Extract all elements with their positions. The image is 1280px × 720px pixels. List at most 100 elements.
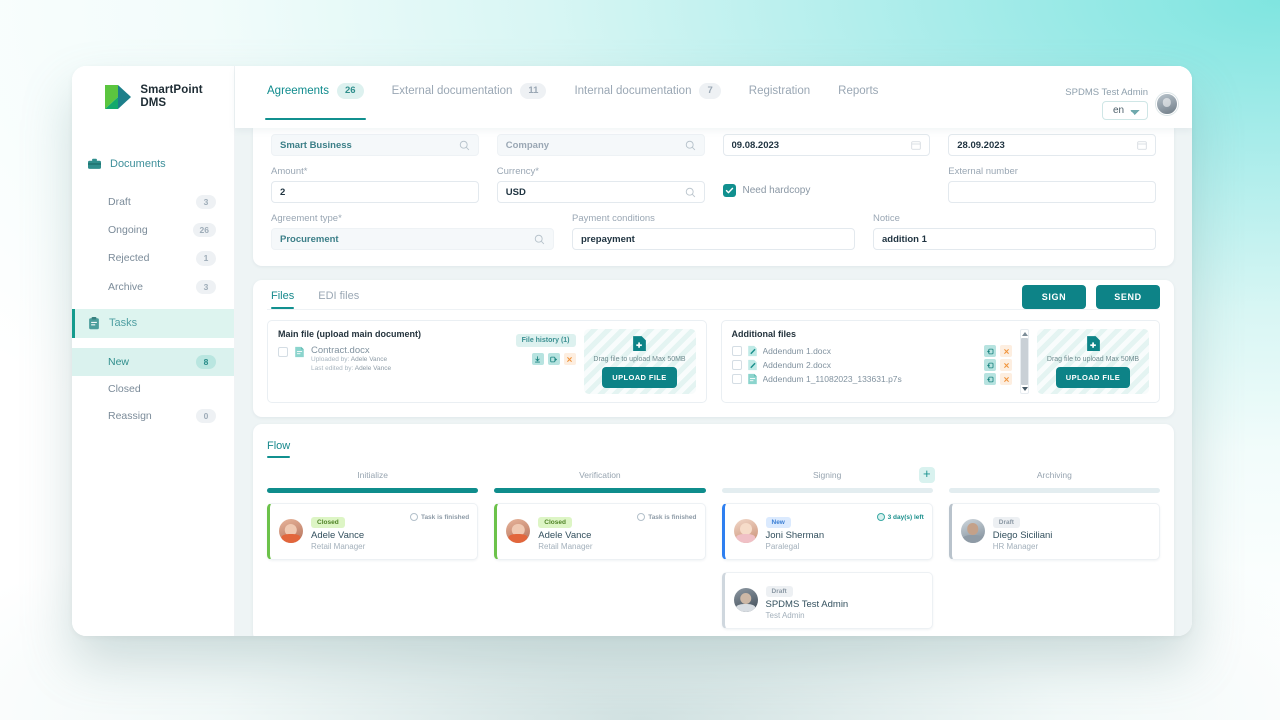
main-file-dropzone[interactable]: Drag file to upload Max 50MB UPLOAD FILE <box>583 329 696 394</box>
sidebar-group-documents-label: Documents <box>110 158 166 170</box>
main-dropzone-text: Drag file to upload Max 50MB <box>593 356 686 363</box>
logo-line-1: SmartPoint <box>140 84 203 97</box>
sidebar-item-closed[interactable]: Closed <box>72 376 234 402</box>
additional-files-title: Additional files <box>731 329 797 339</box>
send-button[interactable]: SEND <box>1096 284 1160 309</box>
user-avatar[interactable] <box>1156 92 1178 115</box>
file-history-pill[interactable]: File history (1) <box>515 334 576 347</box>
sidebar: Documents Draft 3 Ongoing 26 Rejected 1 … <box>72 128 235 636</box>
tab-agreements-label: Agreements <box>267 85 330 97</box>
sign-button[interactable]: SIGN <box>1022 284 1086 309</box>
export-icon[interactable] <box>984 373 996 385</box>
sidebar-item-reassign-label: Reassign <box>108 410 152 423</box>
flow-item-status: Task is finished <box>409 513 469 521</box>
flow-item[interactable]: New Joni Sherman Paralegal 3 day(s) left <box>721 503 933 560</box>
field-need-hardcopy: Need hardcopy <box>722 166 931 203</box>
flow-column-signing-label: Signing <box>812 470 842 480</box>
notice-input[interactable]: addition 1 <box>873 228 1156 250</box>
main-file-panel: Main file (upload main document) Contrac… <box>267 320 707 403</box>
tab-registration[interactable]: Registration <box>735 66 824 128</box>
additional-file-checkbox[interactable] <box>731 346 742 356</box>
export-icon[interactable] <box>547 353 560 365</box>
external-number-input[interactable] <box>948 181 1156 203</box>
additional-upload-file-button[interactable]: UPLOAD FILE <box>1055 367 1131 388</box>
tab-edi-files[interactable]: EDI files <box>318 290 359 309</box>
flow-item[interactable]: Closed Adele Vance Retail Manager Task i… <box>494 503 706 560</box>
company-value: Company <box>505 139 550 151</box>
flow-column-signing: Signing + New Joni Sherman Paralegal 3 d… <box>721 467 935 636</box>
download-icon[interactable] <box>531 353 544 365</box>
sidebar-item-reassign[interactable]: Reassign 0 <box>72 402 234 430</box>
flow-title: Flow <box>267 440 291 458</box>
flow-item[interactable]: Closed Adele Vance Retail Manager Task i… <box>267 503 479 560</box>
delete-icon[interactable] <box>1000 345 1012 357</box>
sidebar-item-archive[interactable]: Archive 3 <box>72 273 234 301</box>
sidebar-item-rejected-label: Rejected <box>108 252 150 265</box>
language-select[interactable]: en <box>1102 101 1148 120</box>
additional-file-name[interactable]: Addendum 1_11082023_133631.p7s <box>763 374 902 384</box>
tab-internal-documentation[interactable]: Internal documentation 7 <box>560 66 734 128</box>
logo-text: SmartPoint DMS <box>140 84 202 110</box>
additional-dropzone-text: Drag file to upload Max 50MB <box>1046 356 1140 363</box>
additional-file-actions <box>984 373 1012 385</box>
additional-file-name[interactable]: Addendum 1.docx <box>763 346 832 356</box>
sidebar-item-new[interactable]: New 8 <box>72 347 234 376</box>
export-icon[interactable] <box>984 345 996 357</box>
tab-external-documentation[interactable]: External documentation 11 <box>378 66 561 128</box>
clock-icon <box>409 513 418 521</box>
scroll-down-icon[interactable] <box>1021 387 1028 391</box>
scrollbar-thumb[interactable] <box>1021 338 1028 385</box>
date-from-input[interactable]: 09.08.2023 <box>722 134 931 156</box>
amount-input[interactable]: 2 <box>271 181 479 203</box>
additional-files-dropzone[interactable]: Drag file to upload Max 50MB UPLOAD FILE <box>1037 329 1149 394</box>
sidebar-item-ongoing[interactable]: Ongoing 26 <box>72 216 234 244</box>
payment-conditions-input[interactable]: prepayment <box>572 228 855 250</box>
user-name: SPDMS Test Admin <box>1065 87 1148 98</box>
tab-files[interactable]: Files <box>271 290 295 309</box>
company-input[interactable]: Company <box>496 134 705 156</box>
avatar <box>279 518 303 543</box>
agreement-type-input[interactable]: Procurement <box>271 228 554 250</box>
main-upload-file-button[interactable]: UPLOAD FILE <box>602 367 677 388</box>
plus-icon[interactable]: + <box>918 467 935 483</box>
delete-icon[interactable] <box>1000 373 1012 385</box>
flow-item-name: SPDMS Test Admin <box>765 598 849 610</box>
flow-item-name: Adele Vance <box>311 530 365 541</box>
main-file-name[interactable]: Contract.docx <box>311 345 510 356</box>
delete-icon[interactable] <box>563 353 576 365</box>
additional-files-scrollbar[interactable] <box>1020 329 1029 394</box>
app-body: Documents Draft 3 Ongoing 26 Rejected 1 … <box>72 128 1192 636</box>
currency-input[interactable]: USD <box>496 181 705 203</box>
tab-internal-documentation-label: Internal documentation <box>574 85 692 97</box>
logo-cell: SmartPoint DMS <box>72 66 235 128</box>
agreement-type-label: Agreement type* <box>271 213 342 224</box>
flow-item[interactable]: Draft SPDMS Test Admin Test Admin <box>721 571 933 629</box>
additional-file-checkbox[interactable] <box>731 374 742 384</box>
need-hardcopy-row[interactable]: Need hardcopy <box>722 184 931 197</box>
app-logo[interactable]: SmartPoint DMS <box>103 83 203 111</box>
sidebar-group-tasks[interactable]: Tasks <box>72 308 234 338</box>
search-icon <box>534 234 545 244</box>
sidebar-item-draft[interactable]: Draft 3 <box>72 188 234 216</box>
notice-value: addition 1 <box>882 233 927 245</box>
tab-agreements[interactable]: Agreements 26 <box>253 66 378 128</box>
agreement-form-card: Smart Business Company 09.08.2023 28.09.… <box>253 128 1174 266</box>
amount-value: 2 <box>280 186 286 198</box>
date-to-input[interactable]: 28.09.2023 <box>948 134 1156 156</box>
export-icon[interactable] <box>984 359 996 371</box>
sidebar-group-documents[interactable]: Documents <box>72 150 234 178</box>
counterparty-input[interactable]: Smart Business <box>271 134 479 156</box>
additional-file-name[interactable]: Addendum 2.docx <box>763 360 832 370</box>
additional-file-checkbox[interactable] <box>731 360 742 370</box>
need-hardcopy-checkbox[interactable] <box>722 184 736 197</box>
file-add-icon <box>1086 336 1100 351</box>
flow-item[interactable]: Draft Diego Siciliani HR Manager <box>948 503 1160 560</box>
scroll-up-icon[interactable] <box>1021 332 1028 336</box>
tab-files-label: Files <box>271 290 295 302</box>
sidebar-item-archive-label: Archive <box>108 280 144 293</box>
sidebar-item-rejected-count: 1 <box>196 251 216 266</box>
tab-reports[interactable]: Reports <box>824 66 892 128</box>
main-file-checkbox[interactable] <box>278 347 288 357</box>
sidebar-item-rejected[interactable]: Rejected 1 <box>72 244 234 272</box>
delete-icon[interactable] <box>1000 359 1012 371</box>
